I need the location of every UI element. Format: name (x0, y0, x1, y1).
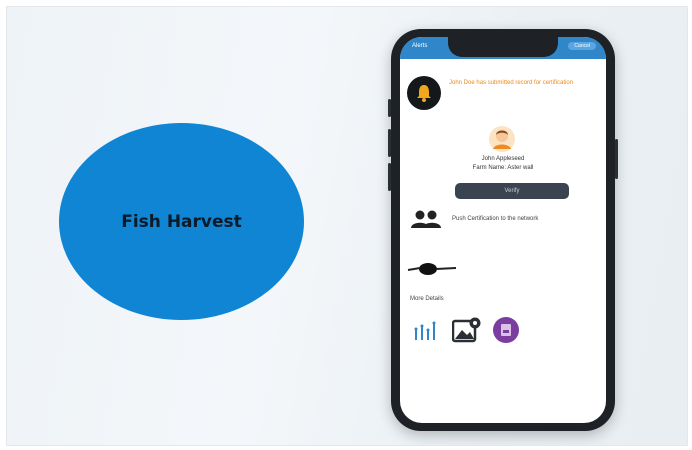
phone-notch (448, 37, 558, 57)
phone-volume-up (388, 129, 391, 157)
bell-icon (407, 76, 441, 110)
phone-screen: Alerts Cancel John Doe has submitted rec… (400, 37, 606, 423)
applicant-name: John Appleseed (481, 156, 525, 162)
cancel-button[interactable]: Cancel (568, 42, 596, 50)
phone-side-button (388, 99, 391, 117)
slide-canvas: Fish Harvest Alerts Cancel John Doe has … (6, 6, 688, 446)
phone-volume-down (388, 163, 391, 191)
notification-text: John Doe has submitted record for certif… (449, 80, 574, 86)
phone-power-button (615, 139, 618, 179)
fish-harvest-ellipse: Fish Harvest (59, 123, 304, 320)
group-icon (409, 209, 443, 229)
more-details-label: More Details (410, 296, 444, 302)
push-certification-text[interactable]: Push Certification to the network (452, 216, 538, 222)
document-icon[interactable] (493, 317, 519, 343)
ellipse-label: Fish Harvest (121, 211, 242, 232)
farm-name: Farm Name: Aster wall (472, 165, 534, 171)
gallery-icon[interactable] (451, 316, 482, 344)
topbar-title[interactable]: Alerts (412, 43, 427, 49)
phone-mockup: Alerts Cancel John Doe has submitted rec… (388, 29, 618, 431)
bar-chart-icon[interactable] (413, 320, 439, 342)
person-avatar-icon (488, 125, 516, 153)
verify-button[interactable]: Verify (455, 183, 569, 199)
scribble-mark-icon (406, 262, 458, 276)
